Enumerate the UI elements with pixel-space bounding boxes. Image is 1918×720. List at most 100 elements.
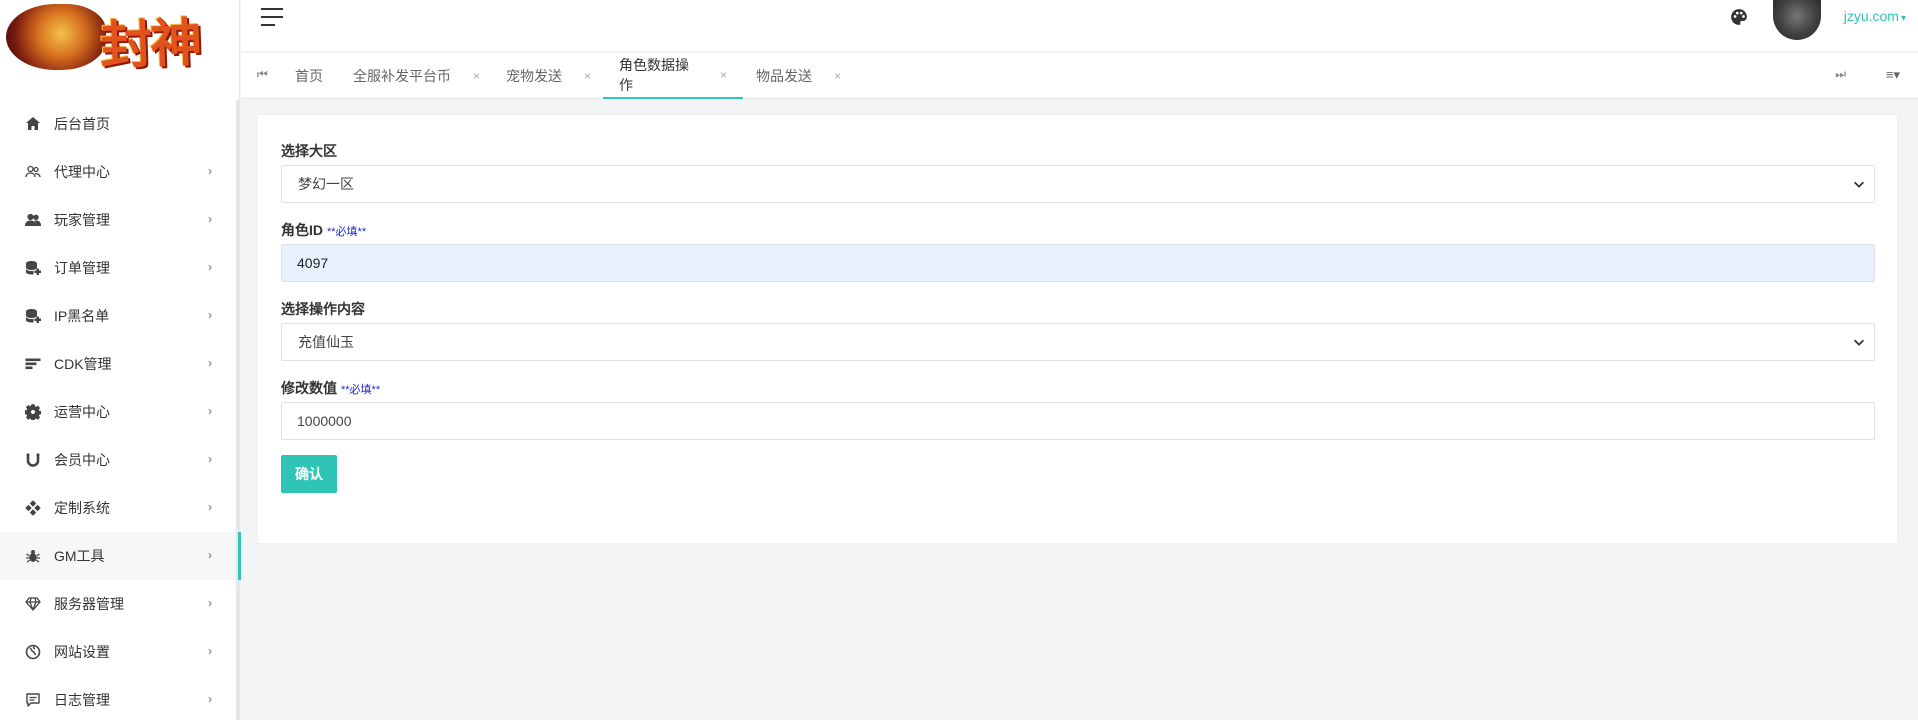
tab-label: 全服补发平台币	[353, 68, 451, 84]
sidebar-item-player-management[interactable]: 玩家管理 ›	[0, 196, 240, 244]
sidebar-item-agent-center[interactable]: 代理中心 ›	[0, 148, 240, 196]
close-icon[interactable]: ×	[720, 68, 727, 82]
sort-icon	[24, 355, 42, 373]
username: jzyu.com	[1843, 8, 1899, 24]
zone-select[interactable]: 梦幻一区	[281, 165, 1875, 203]
logo[interactable]: 封神	[0, 0, 240, 100]
magnet-icon	[24, 451, 42, 469]
required-hint: **必填**	[327, 226, 367, 238]
operation-select-value: 充值仙玉	[298, 334, 354, 350]
tab-role-data[interactable]: 角色数据操作 ×	[603, 53, 743, 99]
chevron-right-icon: ›	[208, 452, 212, 466]
chevron-right-icon: ›	[208, 212, 212, 226]
amount-label: 修改数值 **必填**	[281, 380, 381, 396]
chevron-right-icon: ›	[208, 260, 212, 274]
chevron-down-icon	[1854, 339, 1864, 346]
user-menu[interactable]: jzyu.com ▾	[1844, 8, 1906, 24]
comment-icon	[24, 691, 42, 709]
sidebar-scrollbar[interactable]	[236, 100, 240, 720]
caret-down-icon: ▾	[1900, 13, 1906, 24]
logo-text: 封神	[99, 12, 202, 77]
hamburger-icon[interactable]	[261, 8, 283, 26]
tab-label: 角色数据操作	[619, 57, 689, 93]
tab-global-reissue[interactable]: 全服补发平台币 ×	[353, 53, 480, 99]
sidebar-item-ip-blacklist[interactable]: IP黑名单 ›	[0, 292, 240, 340]
role-id-label: 角色ID **必填**	[281, 222, 367, 238]
sidebar-item-label: IP黑名单	[54, 308, 110, 324]
zone-label: 选择大区	[281, 143, 337, 159]
role-id-input[interactable]: 4097	[281, 244, 1875, 282]
sidebar-item-gm-tools[interactable]: GM工具 ›	[0, 532, 240, 580]
globe-icon	[24, 643, 42, 661]
sidebar-item-member-center[interactable]: 会员中心 ›	[0, 436, 240, 484]
chevron-right-icon: ›	[208, 548, 212, 562]
sidebar-item-label: 网站设置	[54, 644, 110, 660]
chevron-right-icon: ›	[208, 164, 212, 178]
amount-value: 1000000	[297, 413, 352, 429]
tab-label: 首页	[295, 68, 323, 84]
sidebar-item-server-management[interactable]: 服务器管理 ›	[0, 580, 240, 628]
tab-home[interactable]: 首页	[295, 53, 323, 99]
sidebar-item-cdk-management[interactable]: CDK管理 ›	[0, 340, 240, 388]
chevron-down-icon	[1854, 181, 1864, 188]
sidebar-item-label: GM工具	[54, 548, 105, 564]
chevron-right-icon: ›	[208, 596, 212, 610]
gear-icon	[24, 403, 42, 421]
sidebar: 封神 后台首页 代理中心 › 玩家管理 › 订单管理 › IP黑名单 › CDK…	[0, 0, 241, 720]
tab-scroll-left-icon[interactable]: ⏮	[257, 67, 268, 82]
operation-select[interactable]: 充值仙玉	[281, 323, 1875, 361]
tab-scroll-right-icon[interactable]: ⏭	[1835, 67, 1846, 82]
bug-icon	[24, 547, 42, 565]
database-plus-icon	[24, 307, 42, 325]
role-id-value: 4097	[297, 255, 329, 271]
sidebar-item-dashboard[interactable]: 后台首页	[0, 100, 240, 148]
close-icon[interactable]: ×	[584, 69, 591, 83]
required-hint: **必填**	[341, 384, 381, 396]
home-icon	[24, 115, 42, 133]
confirm-button[interactable]: 确认	[281, 455, 337, 493]
chevron-right-icon: ›	[208, 308, 212, 322]
sidebar-item-label: 运营中心	[54, 404, 110, 420]
role-data-form-card: 选择大区 梦幻一区 角色ID **必填** 4097 选择操作内容 充值仙玉 修改…	[257, 114, 1898, 544]
database-plus-icon	[24, 259, 42, 277]
sidebar-item-label: 服务器管理	[54, 596, 124, 612]
sidebar-item-operations-center[interactable]: 运营中心 ›	[0, 388, 240, 436]
sidebar-item-site-settings[interactable]: 网站设置 ›	[0, 628, 240, 676]
sidebar-item-label: 后台首页	[54, 116, 110, 132]
tab-options-icon[interactable]: ≡▾	[1886, 67, 1900, 83]
close-icon[interactable]: ×	[473, 69, 480, 83]
avatar[interactable]	[1773, 0, 1821, 40]
sidebar-item-log-management[interactable]: 日志管理 ›	[0, 676, 240, 720]
palette-icon[interactable]	[1730, 8, 1748, 26]
logo-dragon-image	[6, 4, 106, 70]
amount-input[interactable]: 1000000	[281, 402, 1875, 440]
sidebar-item-label: 玩家管理	[54, 212, 110, 228]
diamond-grid-icon	[24, 499, 42, 517]
tab-label: 物品发送	[756, 68, 812, 84]
chevron-right-icon: ›	[208, 356, 212, 370]
users-icon	[24, 163, 42, 181]
chevron-right-icon: ›	[208, 500, 212, 514]
group-icon	[24, 211, 42, 229]
zone-select-value: 梦幻一区	[298, 176, 354, 192]
top-header: jzyu.com ▾	[241, 0, 1918, 52]
sidebar-item-label: 会员中心	[54, 452, 110, 468]
operation-label: 选择操作内容	[281, 301, 365, 317]
sidebar-item-label: CDK管理	[54, 356, 112, 372]
active-item-marker	[238, 532, 241, 580]
tab-label: 宠物发送	[506, 68, 562, 84]
close-icon[interactable]: ×	[834, 69, 841, 83]
sidebar-nav: 后台首页 代理中心 › 玩家管理 › 订单管理 › IP黑名单 › CDK管理 …	[0, 100, 240, 720]
sidebar-item-label: 订单管理	[54, 260, 110, 276]
tab-pet-send[interactable]: 宠物发送 ×	[506, 53, 591, 99]
sidebar-item-order-management[interactable]: 订单管理 ›	[0, 244, 240, 292]
sidebar-item-label: 代理中心	[54, 164, 110, 180]
chevron-right-icon: ›	[208, 404, 212, 418]
gem-icon	[24, 595, 42, 613]
sidebar-item-custom-system[interactable]: 定制系统 ›	[0, 484, 240, 532]
chevron-right-icon: ›	[208, 692, 212, 706]
tab-bar: ⏮ 首页 全服补发平台币 × 宠物发送 × 角色数据操作 × 物品发送 × ⏭ …	[241, 53, 1918, 99]
sidebar-item-label: 日志管理	[54, 692, 110, 708]
chevron-right-icon: ›	[208, 644, 212, 658]
tab-item-send[interactable]: 物品发送 ×	[756, 53, 841, 99]
